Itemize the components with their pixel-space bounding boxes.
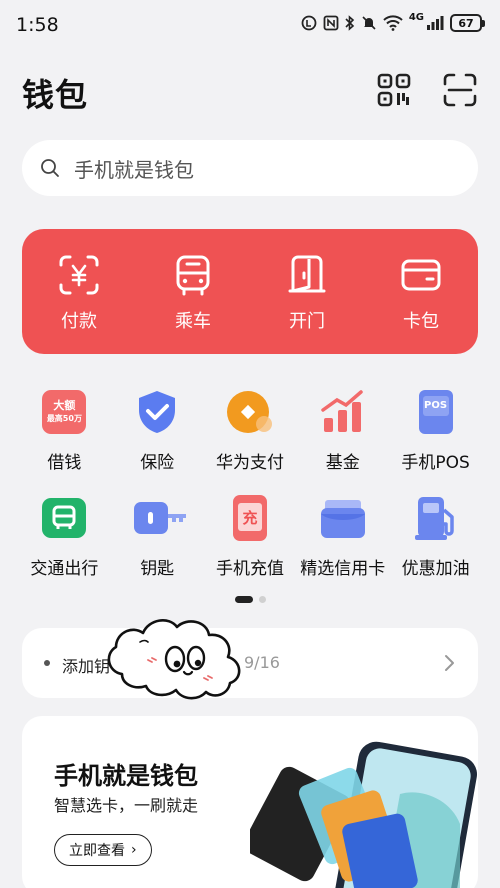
wifi-icon xyxy=(383,15,403,31)
bus-icon xyxy=(176,255,210,296)
quick-action-pay[interactable]: 付款 xyxy=(22,229,136,354)
cloud-sticker-icon[interactable] xyxy=(100,612,265,712)
service-label: 钥匙 xyxy=(140,559,175,579)
page-title: 钱包 xyxy=(22,76,89,114)
bluetooth-icon xyxy=(345,15,355,31)
loan-badge-line2: 最高50万 xyxy=(46,414,82,423)
chevron-right-icon xyxy=(445,655,454,671)
notice-bullet xyxy=(44,660,50,666)
quick-action-label: 乘车 xyxy=(175,311,211,332)
payment-code-icon xyxy=(59,255,99,295)
service-label: 手机POS xyxy=(401,453,470,473)
nfc-icon xyxy=(323,15,339,31)
huawei-pay-icon xyxy=(226,388,274,436)
card-wallet-icon xyxy=(401,259,441,291)
service-label: 华为支付 xyxy=(215,453,284,473)
payment-qr-button[interactable] xyxy=(376,72,412,108)
service-label: 保险 xyxy=(140,453,175,473)
quick-action-label: 付款 xyxy=(61,311,97,332)
door-icon xyxy=(288,255,326,293)
bell-muted-icon xyxy=(362,16,376,30)
service-fund[interactable]: 基金 xyxy=(296,388,389,473)
credit-card-icon xyxy=(319,494,367,542)
service-loan[interactable]: 大额 最高50万 借钱 xyxy=(18,388,111,473)
quick-action-label: 卡包 xyxy=(403,311,439,332)
search-bar[interactable]: 手机就是钱包 xyxy=(22,140,478,196)
fuel-icon xyxy=(412,494,460,542)
services-row-1: 大额 最高50万 借钱 保险 华为支付 基金 POS 手机POS xyxy=(18,388,482,473)
battery-indicator: 67 xyxy=(450,14,485,32)
network-label: 4G xyxy=(408,11,424,23)
service-label: 基金 xyxy=(325,453,360,473)
page-dot xyxy=(258,596,266,603)
loan-icon: 大额 最高50万 xyxy=(40,388,88,436)
phone-topup-icon: 充 xyxy=(226,494,274,542)
promo-subtitle: 智慧选卡，一刷就走 xyxy=(54,796,199,815)
service-label: 交通出行 xyxy=(30,559,99,579)
quick-action-door[interactable]: 开门 xyxy=(250,229,364,354)
service-fuel[interactable]: 优惠加油 xyxy=(389,494,482,579)
service-pos[interactable]: POS 手机POS xyxy=(389,388,482,473)
status-time: 1:58 xyxy=(16,14,59,36)
service-insurance[interactable]: 保险 xyxy=(111,388,204,473)
service-key[interactable]: 钥匙 xyxy=(111,494,204,579)
topup-badge: 充 xyxy=(242,509,258,527)
page-indicator xyxy=(0,596,500,603)
service-phone-topup[interactable]: 充 手机充值 xyxy=(204,494,297,579)
search-placeholder: 手机就是钱包 xyxy=(74,157,194,182)
service-label: 精选信用卡 xyxy=(300,559,386,579)
moon-dnd-icon xyxy=(301,15,317,31)
signal-icon xyxy=(427,16,444,30)
promo-title: 手机就是钱包 xyxy=(54,762,198,790)
promo-button-label: 立即查看 xyxy=(69,843,125,859)
promo-banner[interactable]: 手机就是钱包 智慧选卡，一刷就走 立即查看 › xyxy=(22,716,478,888)
promo-view-button[interactable]: 立即查看 › xyxy=(54,834,152,866)
phone-cards-illustration xyxy=(250,741,477,888)
status-bar: 1:58 4G 67 xyxy=(0,0,500,52)
quick-action-label: 开门 xyxy=(289,311,325,332)
service-huawei-pay[interactable]: 华为支付 xyxy=(204,388,297,473)
services-row-2: 交通出行 钥匙 充 手机充值 精选信用卡 优惠加油 xyxy=(18,494,482,579)
pos-badge: POS xyxy=(424,400,448,411)
shield-icon xyxy=(133,388,181,436)
scan-button[interactable] xyxy=(442,72,478,108)
status-icons: 4G 67 xyxy=(301,11,485,32)
scan-icon xyxy=(443,73,477,107)
loan-badge-line1: 大额 xyxy=(53,399,76,412)
search-icon xyxy=(41,159,59,177)
transit-icon xyxy=(40,494,88,542)
qr-code-icon xyxy=(377,73,411,107)
service-transit[interactable]: 交通出行 xyxy=(18,494,111,579)
quick-actions-card: 付款 乘车 开门 卡包 xyxy=(22,229,478,354)
pos-icon: POS xyxy=(412,388,460,436)
promo-button-chevron: › xyxy=(131,842,137,858)
key-icon xyxy=(133,494,187,542)
service-label: 借钱 xyxy=(47,453,82,473)
header: 钱包 xyxy=(22,70,478,114)
fund-chart-icon xyxy=(319,388,367,436)
page-dot-active xyxy=(234,596,253,603)
quick-action-card-wallet[interactable]: 卡包 xyxy=(364,229,478,354)
service-credit-card[interactable]: 精选信用卡 xyxy=(296,494,389,579)
service-label: 优惠加油 xyxy=(401,559,470,579)
quick-action-ride[interactable]: 乘车 xyxy=(136,229,250,354)
service-label: 手机充值 xyxy=(215,559,284,579)
